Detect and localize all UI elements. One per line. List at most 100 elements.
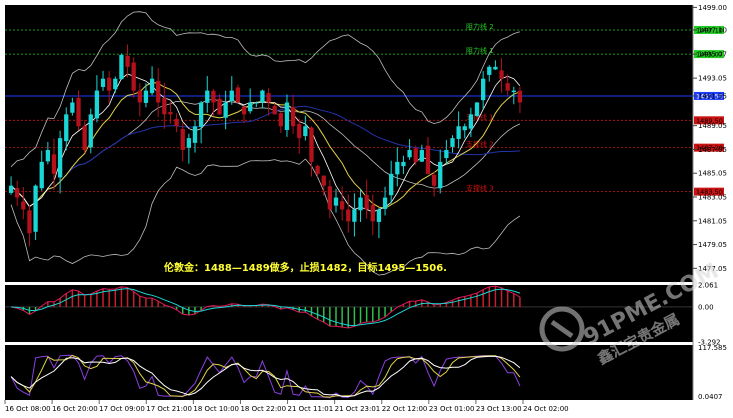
candle-body bbox=[450, 138, 455, 147]
x-tick-label: 24 Oct 02:00 bbox=[523, 405, 569, 413]
candle-body bbox=[425, 145, 431, 174]
candle-body bbox=[70, 102, 75, 113]
level-label: 阻力线 1 bbox=[466, 46, 494, 55]
candle-body bbox=[39, 161, 44, 189]
candle-body bbox=[27, 210, 32, 234]
price-tick-label: 1489.05 bbox=[698, 122, 727, 130]
x-tick-label: 23 Oct 01:00 bbox=[429, 405, 475, 413]
candle-body bbox=[8, 185, 14, 193]
x-tick-label: 18 Oct 22:00 bbox=[240, 405, 286, 413]
candle-body bbox=[272, 105, 277, 115]
price-tick-label: 1497.10 bbox=[698, 26, 727, 34]
candle-body bbox=[174, 118, 179, 127]
candle-body bbox=[278, 113, 283, 127]
candle-body bbox=[162, 98, 167, 115]
candle-body bbox=[290, 107, 296, 127]
candle-body bbox=[395, 161, 400, 175]
candle-body bbox=[266, 93, 271, 103]
strategy-annotation: 伦敦金：1488—1489做多，止损1482，目标1495—1506. bbox=[164, 261, 447, 274]
price-tick-label: 1495.07 bbox=[698, 51, 727, 59]
candle-body bbox=[358, 197, 363, 211]
x-tick-label: 18 Oct 10:00 bbox=[193, 405, 239, 413]
candle-body bbox=[21, 201, 26, 210]
candle-body bbox=[438, 161, 443, 189]
candle-body bbox=[339, 201, 345, 210]
candle-body bbox=[180, 128, 185, 151]
candle-body bbox=[57, 138, 63, 178]
candle-body bbox=[297, 123, 302, 139]
candle-body bbox=[113, 78, 118, 90]
candle-body bbox=[235, 87, 241, 103]
candle-body bbox=[346, 209, 351, 222]
candle-body bbox=[517, 90, 523, 103]
candle-body bbox=[149, 78, 155, 94]
candle-body bbox=[100, 78, 106, 87]
candle-body bbox=[168, 112, 173, 115]
x-tick-label: 16 Oct 20:00 bbox=[52, 405, 98, 413]
candle-body bbox=[94, 90, 100, 119]
candle-body bbox=[192, 126, 198, 143]
candle-body bbox=[303, 126, 308, 137]
candle-body bbox=[254, 102, 259, 104]
candle-body bbox=[76, 97, 81, 127]
candle-body bbox=[481, 78, 486, 101]
x-tick-label: 17 Oct 21:00 bbox=[146, 405, 192, 413]
candle-body bbox=[211, 90, 216, 103]
price-tick-label: 1485.05 bbox=[698, 170, 727, 178]
x-tick-label: 23 Oct 13:00 bbox=[476, 405, 522, 413]
candle-body bbox=[248, 102, 253, 112]
price-tick-label: 1487.05 bbox=[698, 146, 727, 154]
price-panel bbox=[5, 5, 693, 282]
candle-body bbox=[376, 209, 382, 222]
price-tick-label: 1483.05 bbox=[698, 193, 727, 201]
candle-body bbox=[431, 174, 437, 186]
price-tick-label: 1493.05 bbox=[698, 75, 727, 83]
candle-body bbox=[143, 90, 149, 103]
candle-body bbox=[309, 127, 314, 162]
price-tick-label: 1499.00 bbox=[698, 4, 727, 12]
candle-body bbox=[382, 197, 388, 209]
candle-body bbox=[413, 148, 418, 162]
candle-body bbox=[131, 62, 136, 91]
candle-body bbox=[364, 194, 369, 210]
candle-body bbox=[370, 204, 375, 222]
x-tick-label: 17 Oct 09:00 bbox=[99, 405, 145, 413]
candle-body bbox=[223, 102, 228, 118]
candle-body bbox=[505, 83, 510, 91]
candle-body bbox=[462, 126, 467, 131]
candle-body bbox=[352, 209, 357, 222]
level-label: 支撑线 2 bbox=[466, 140, 494, 149]
candle-body bbox=[499, 70, 504, 79]
level-label: 阻力线 2 bbox=[466, 22, 494, 31]
candle-body bbox=[205, 90, 210, 103]
x-tick-label: 16 Oct 08:00 bbox=[5, 405, 51, 413]
candle-body bbox=[487, 66, 492, 75]
candle-body bbox=[419, 150, 424, 162]
candle-body bbox=[217, 98, 222, 115]
x-tick-label: 21 Oct 23:01 bbox=[335, 405, 381, 413]
candle-body bbox=[82, 125, 87, 151]
candle-body bbox=[284, 102, 290, 130]
candle-body bbox=[64, 114, 69, 142]
candle-body bbox=[333, 197, 339, 206]
candle-body bbox=[15, 188, 20, 198]
candle-body bbox=[45, 150, 50, 162]
x-tick-label: 22 Oct 12:00 bbox=[382, 405, 428, 413]
candle-body bbox=[125, 55, 130, 67]
candle-body bbox=[119, 54, 124, 80]
candle-body bbox=[511, 90, 516, 93]
candle-body bbox=[315, 165, 320, 174]
candle-body bbox=[260, 90, 265, 103]
stoch-panel bbox=[5, 345, 693, 400]
candle-body bbox=[327, 186, 333, 210]
candle-body bbox=[321, 175, 326, 186]
stoch-tick-label: 117.585 bbox=[698, 344, 727, 352]
candle-body bbox=[156, 80, 161, 103]
candle-body bbox=[456, 126, 461, 139]
macd-tick-label: 0.00 bbox=[698, 303, 714, 311]
candle-body bbox=[198, 102, 204, 127]
candle-body bbox=[137, 90, 142, 103]
candle-body bbox=[389, 173, 394, 196]
candle-body bbox=[474, 102, 480, 116]
candle-body bbox=[444, 150, 449, 159]
